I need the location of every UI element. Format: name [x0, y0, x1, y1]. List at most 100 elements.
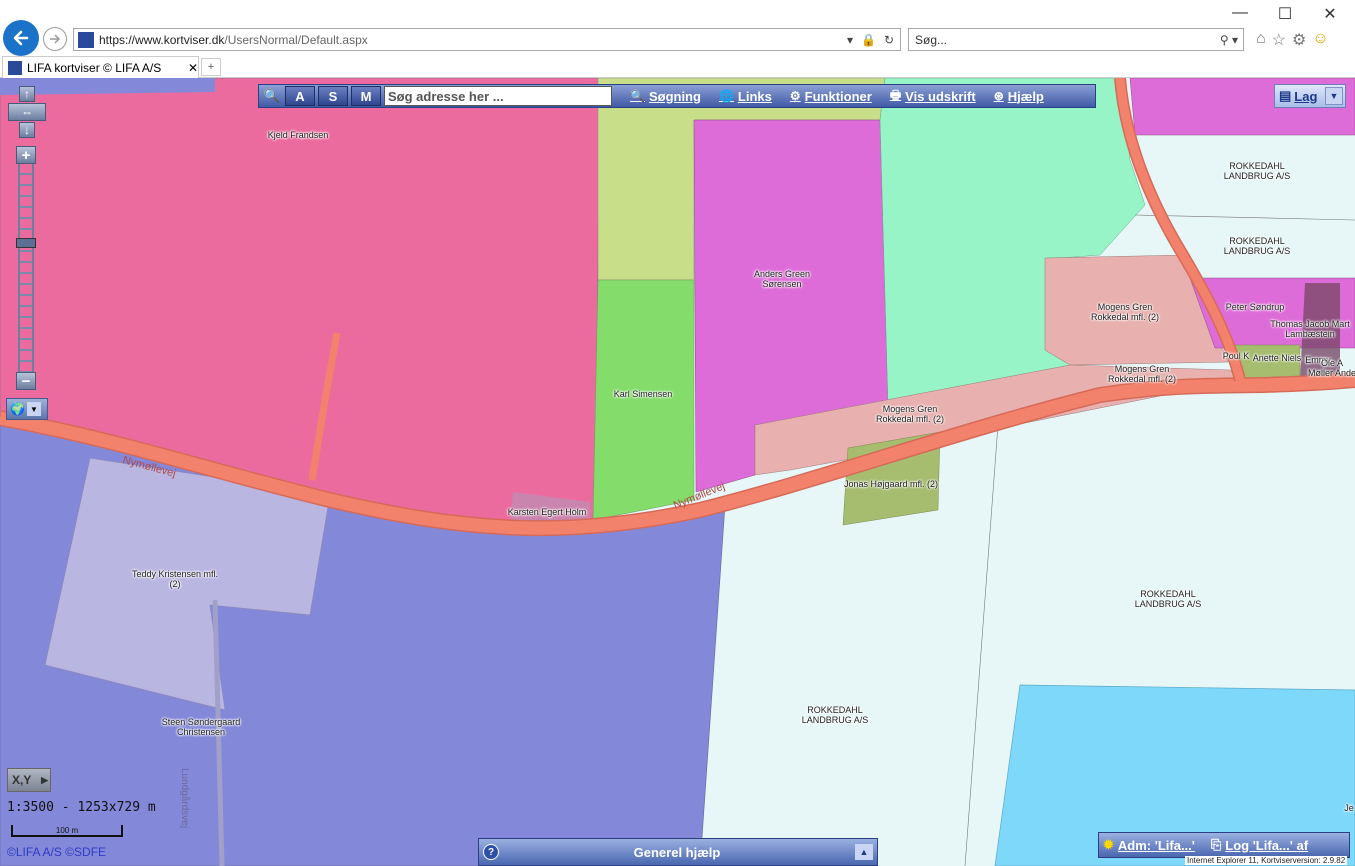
map-parcels — [0, 78, 1355, 866]
copyright: ©LIFA A/S ©SDFE — [7, 845, 107, 859]
browser-search[interactable]: Søg... ⚲ ▾ — [908, 28, 1244, 51]
layers-label: Lag — [1294, 88, 1318, 104]
maximize-button[interactable]: ☐ — [1263, 4, 1307, 24]
menu-label: Hjælp — [1007, 88, 1044, 104]
browser-window: https://www.kortviser.dk/UsersNormal/Def… — [0, 0, 1355, 866]
logout-label: Log 'Lifa...' af — [1225, 837, 1309, 853]
gear-icon: ⚙ — [789, 89, 801, 103]
xy-coordinate-button[interactable]: X,Y ▶ — [7, 768, 51, 792]
search-mode-m-button[interactable]: M — [351, 86, 381, 106]
pan-control[interactable]: ↑ ⇔ ↓ — [8, 86, 46, 140]
zoom-search-icon[interactable]: 🔍 — [259, 85, 285, 107]
parcel-label: Steen Søndergaard Christensen — [161, 717, 241, 737]
parcel-label: ROKKEDAHL LANDBRUG A/S — [1134, 589, 1202, 609]
map-canvas[interactable]: Kjeld Frandsen ROKKEDAHL LANDBRUG A/S RO… — [0, 78, 1355, 866]
parcel-label: ROKKEDAHL LANDBRUG A/S — [1223, 161, 1291, 181]
parcel-label: Je — [1344, 803, 1354, 813]
parcel-label: Mogens Gren Rokkedal mfl. (2) — [1107, 364, 1177, 384]
tab-title: LIFA kortviser © LIFA A/S — [27, 60, 162, 75]
parcel-label: ROKKEDAHL LANDBRUG A/S — [1223, 236, 1291, 256]
menu-vis-udskrift[interactable]: 🖶 Vis udskrift — [890, 86, 976, 107]
scale-bar-label: 100 m — [55, 826, 79, 835]
logout-button[interactable]: ⎘ Log 'Lifa...' af — [1211, 837, 1308, 853]
version-text: Internet Explorer 11, Kortviserversion: … — [1185, 856, 1348, 865]
url-text: https://www.kortviser.dk/UsersNormal/Def… — [99, 33, 847, 47]
print-icon: 🖶 — [889, 87, 902, 102]
admin-bar: ✹ Adm: 'Lifa...' ⎘ Log 'Lifa...' af — [1098, 832, 1350, 858]
address-bar[interactable]: https://www.kortviser.dk/UsersNormal/Def… — [73, 28, 901, 51]
url-host: https://www.kortviser.dk — [99, 32, 225, 47]
parcel-label: Teddy Kristensen mfl. (2) — [131, 569, 219, 589]
parcel-label: Kjeld Frandsen — [267, 130, 329, 140]
dropdown-icon[interactable]: ▾ — [847, 33, 853, 47]
pan-left-right-icon[interactable]: ⇔ — [8, 103, 46, 121]
tab-bar: LIFA kortviser © LIFA A/S ✕ + — [0, 56, 1355, 78]
admin-label: Adm: 'Lifa...' — [1117, 837, 1195, 853]
menu-label: Vis udskrift — [905, 88, 976, 104]
browser-toolbar: https://www.kortviser.dk/UsersNormal/Def… — [0, 0, 1355, 56]
general-help-bar[interactable]: ? Generel hjælp ▲ — [478, 838, 878, 866]
url-path: /UsersNormal/Default.aspx — [224, 32, 368, 47]
parcel-label: Poul K — [1222, 351, 1250, 361]
smiley-icon[interactable]: ☺ — [1312, 30, 1328, 50]
zoom-in-button[interactable]: + — [16, 146, 36, 164]
parcel-label: Peter Søndrup — [1225, 302, 1285, 312]
lifebuoy-icon: ⊛ — [993, 89, 1004, 103]
search-icon[interactable]: ⚲ ▾ — [1220, 33, 1243, 47]
tab-kortviser[interactable]: LIFA kortviser © LIFA A/S ✕ — [2, 56, 199, 78]
search-icon: 🔍 — [630, 89, 645, 103]
map-toolbar: 🔍 A S M Søg adresse her ... 🔍 Søgning 🌐 Li… — [258, 84, 1096, 108]
help-bar-label: Generel hjælp — [633, 844, 721, 860]
parcel-label: Jonas Højgaard mfl. (2) — [843, 479, 939, 489]
scale-readout: 1:3500 - 1253x729 m — [7, 800, 156, 815]
menu-sogning[interactable]: 🔍 Søgning — [630, 89, 701, 104]
parcel-label: Mogens Gren Rokkedal mfl. (2) — [1090, 302, 1160, 322]
menu-label: Søgning — [648, 88, 701, 104]
layers-icon: ▤ — [1279, 88, 1292, 103]
address-search-input[interactable]: Søg adresse her ... — [384, 86, 612, 106]
chevron-right-icon: ▶ — [41, 774, 48, 785]
parcel-label: Anette Niels — [1252, 353, 1302, 363]
layers-button[interactable]: ▤ Lag ▼ — [1274, 84, 1346, 108]
zoom-slider-handle[interactable] — [16, 238, 36, 248]
pan-down-icon[interactable]: ↓ — [19, 122, 35, 138]
scale-bar: 100 m — [11, 825, 123, 837]
forward-button[interactable] — [43, 27, 67, 51]
parcel-label: Mogens Gren Rokkedal mfl. (2) — [875, 404, 945, 424]
logout-icon: ⎘ — [1210, 837, 1222, 852]
chevron-up-icon[interactable]: ▲ — [855, 844, 873, 860]
help-icon: ? — [483, 844, 499, 860]
menu-label: Funktioner — [804, 88, 872, 104]
menu-funktioner[interactable]: ⚙ Funktioner — [790, 89, 872, 104]
zoom-out-button[interactable]: − — [16, 372, 36, 390]
new-tab-button[interactable]: + — [201, 58, 221, 76]
menu-label: Links — [737, 88, 772, 104]
zoom-slider[interactable] — [18, 164, 34, 374]
refresh-icon[interactable]: ↻ — [884, 33, 894, 47]
parcel-label: Anders Green Sørensen — [753, 269, 811, 289]
parcel-label: Karsten Egert Holm — [507, 507, 587, 517]
admin-button[interactable]: ✹ Adm: 'Lifa...' — [1103, 837, 1195, 853]
minimize-button[interactable]: — — [1218, 4, 1262, 22]
lifa-icon — [8, 60, 22, 75]
parcel-label: Ole A Møller Ande — [1307, 358, 1355, 378]
close-tab-icon[interactable]: ✕ — [188, 61, 198, 75]
back-button[interactable] — [3, 20, 39, 56]
parcel-label: Karl Simensen — [613, 389, 673, 399]
home-icon[interactable]: ⌂ — [1256, 30, 1266, 50]
site-icon — [78, 31, 94, 48]
arrow-right-icon — [50, 34, 61, 44]
parcel-label: ROKKEDAHL LANDBRUG A/S — [801, 705, 869, 725]
close-button[interactable]: ✕ — [1308, 4, 1352, 24]
globe-icon: 🌐 — [718, 89, 734, 103]
star-icon[interactable]: ☆ — [1272, 30, 1286, 50]
search-mode-a-button[interactable]: A — [285, 86, 315, 106]
basemap-selector[interactable]: 🌍 ▼ — [6, 398, 48, 420]
parcel-label: Thomas Jacob Mart Lambæstein — [1270, 319, 1350, 339]
pan-up-icon[interactable]: ↑ — [19, 86, 35, 102]
menu-links[interactable]: 🌐 Links — [719, 89, 772, 104]
search-mode-s-button[interactable]: S — [318, 86, 348, 106]
menu-hjaelp[interactable]: ⊛ Hjælp — [994, 89, 1044, 104]
gear-icon[interactable]: ⚙ — [1292, 30, 1306, 50]
chevron-down-icon[interactable]: ▼ — [1325, 87, 1343, 105]
